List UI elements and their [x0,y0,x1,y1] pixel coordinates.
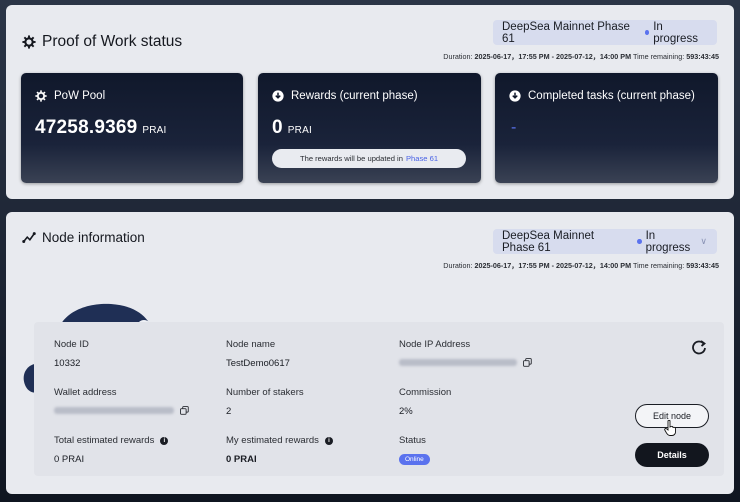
tasks-title: Completed tasks (current phase) [528,90,695,102]
download-circle-icon [509,90,521,102]
field-value: TestDemo0617 [226,358,290,369]
node-phase-name: DeepSea Mainnet Phase 61 [502,229,595,254]
field-value: 0 PRAI [54,454,85,465]
completed-tasks-card: Completed tasks (current phase) - [495,73,718,183]
ip-redacted [399,359,517,366]
wallet-value-row [54,406,189,415]
field-label: Wallet address [54,387,117,398]
rewards-header: Rewards (current phase) [272,90,418,102]
node-details-card: Node ID 10332 Node name TestDemo0617 Nod… [34,322,724,476]
gear-icon [35,90,47,102]
field-commission: Commission 2% [399,387,451,417]
hand-cursor-icon [664,420,676,436]
remaining-value: 593:43:45 [686,52,719,61]
field-label-row: My estimated rewards i [226,435,333,446]
node-phase-duration: Duration: 2025-06-17，17:55 PM - 2025-07-… [443,261,719,271]
field-wallet: Wallet address [54,387,189,415]
field-node-ip: Node IP Address [399,339,532,367]
rewards-note: The rewards will be updated in Phase 61 [272,149,466,168]
field-status: Status Online [399,435,430,465]
wallet-redacted [54,407,174,414]
info-icon[interactable]: i [324,436,333,445]
rewards-unit: PRAI [287,125,312,136]
duration-label: Duration: [443,261,473,270]
field-value: 0 PRAI [226,454,257,465]
field-label: Node ID [54,339,89,350]
field-label: My estimated rewards [226,435,319,446]
remaining-label: Time remaining: [632,261,685,270]
pow-title: Proof of Work status [22,33,182,51]
copy-icon[interactable] [523,358,532,367]
phase-link[interactable]: Phase 61 [406,154,438,163]
gear-icon [22,35,36,49]
pow-pool-header: PoW Pool [35,90,105,102]
download-circle-icon [272,90,284,102]
field-value: 10332 [54,358,81,369]
field-label: Node IP Address [399,339,471,350]
duration-label: Duration: [443,52,473,61]
phase-selector[interactable]: DeepSea Mainnet Phase 61 In progress [493,20,717,45]
field-label: Commission [399,387,452,398]
node-phase-status: In progress [645,229,691,254]
duration-range: 2025-06-17，17:55 PM - 2025-07-12，14:00 P… [474,261,632,270]
field-label: Total estimated rewards [54,435,155,446]
remaining-value: 593:43:45 [686,261,719,270]
rewards-title: Rewards (current phase) [291,90,418,102]
status-dot [644,30,650,35]
chevron-down-icon: ∨ [700,236,707,246]
field-label: Number of stakers [226,387,304,398]
duration-range: 2025-06-17，17:55 PM - 2025-07-12，14:00 P… [474,52,632,61]
copy-icon[interactable] [180,406,189,415]
pow-pool-value: 47258.9369 [35,117,138,138]
field-stakers: Number of stakers 2 [226,387,304,417]
ip-value-row [399,358,532,367]
node-phase-selector[interactable]: DeepSea Mainnet Phase 61 In progress ∨ [493,229,717,254]
field-node-name: Node name TestDemo0617 [226,339,290,369]
phase-duration: Duration: 2025-06-17，17:55 PM - 2025-07-… [443,52,719,62]
phase-name: DeepSea Mainnet Phase 61 [502,20,630,45]
remaining-label: Time remaining: [632,52,685,61]
pow-pool-unit: PRAI [142,125,167,136]
pow-pool-value-row: 47258.9369 PRAI [35,117,167,139]
pow-title-text: Proof of Work status [42,33,183,50]
rewards-value-row: 0 PRAI [272,117,312,139]
pow-pool-card: PoW Pool 47258.9369 PRAI [21,73,243,183]
rewards-card: Rewards (current phase) 0 PRAI The rewar… [258,73,481,183]
details-button[interactable]: Details [635,443,709,467]
field-label: Status [399,435,426,446]
field-label: Node name [226,339,276,350]
status-badge: Online [399,454,430,465]
field-node-id: Node ID 10332 [54,339,89,369]
pow-status-panel: Proof of Work status DeepSea Mainnet Pha… [6,5,734,199]
field-total-rewards: Total estimated rewards i 0 PRAI [54,435,169,465]
tasks-value: - [511,119,517,136]
node-info-title-text: Node information [42,230,145,245]
field-label-row: Total estimated rewards i [54,435,169,446]
info-icon[interactable]: i [160,436,169,445]
node-info-panel: Node information DeepSea Mainnet Phase 6… [6,212,734,494]
field-my-rewards: My estimated rewards i 0 PRAI [226,435,333,465]
node-info-title: Node information [22,230,145,245]
pow-pool-title: PoW Pool [54,90,106,102]
node-network-icon [22,231,36,243]
rewards-value: 0 [272,117,283,138]
status-dot [637,239,642,244]
phase-status: In progress [653,20,698,45]
field-value: 2 [226,406,232,417]
status-value-row: Online [399,454,430,465]
field-value: 2% [399,406,413,417]
tasks-header: Completed tasks (current phase) [509,90,695,102]
rewards-note-text: The rewards will be updated in [299,154,403,163]
refresh-icon[interactable] [691,339,707,355]
